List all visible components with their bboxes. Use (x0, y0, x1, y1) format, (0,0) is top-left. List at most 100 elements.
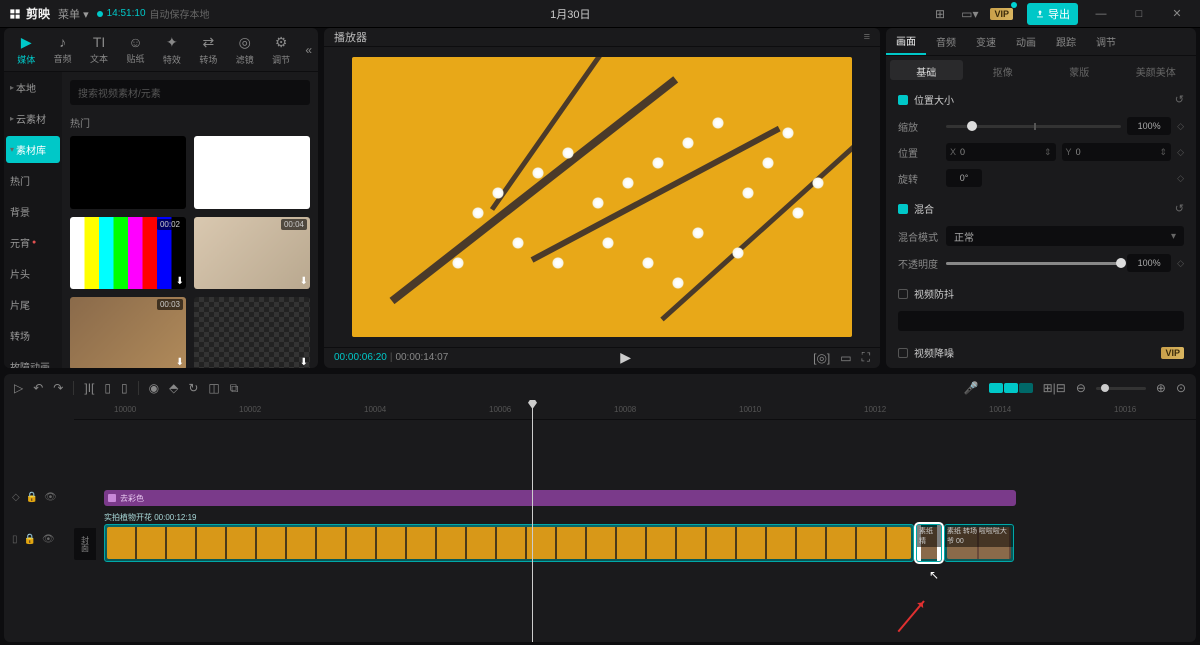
zoom-fit-icon[interactable]: ⊙ (1176, 381, 1186, 395)
cover-label[interactable]: 封面 (74, 528, 96, 560)
adjust-icon: ⚙ (275, 34, 288, 51)
preview-viewport[interactable] (324, 47, 880, 347)
keyframe-icon[interactable]: ◇ (1177, 147, 1184, 158)
subtab-mask[interactable]: 蒙版 (1043, 60, 1116, 80)
sidebar-item-library[interactable]: ▾素材库 (6, 136, 60, 163)
delete-right-icon[interactable]: ▯ (121, 381, 128, 395)
thumb-item[interactable]: ⬇ (194, 297, 310, 368)
tab-sticker[interactable]: ☺贴纸 (119, 32, 151, 67)
tab-adjust[interactable]: ⚙调节 (265, 32, 297, 68)
props-tab-adjust[interactable]: 调节 (1086, 28, 1126, 55)
track-controls-adj[interactable]: ◇🔒👁 (12, 492, 57, 503)
pos-y-input[interactable]: Y0⇕ (1062, 143, 1172, 161)
timeline-ruler[interactable]: 10000 10002 10004 10006 10008 10010 1001… (74, 402, 1196, 420)
video-clip-1[interactable] (104, 524, 914, 562)
vip-badge[interactable]: VIP (990, 8, 1013, 20)
zoom-in-icon[interactable]: ⊕ (1156, 381, 1166, 395)
blend-dropdown[interactable]: 正常▾ (946, 226, 1184, 246)
props-tab-video[interactable]: 画面 (886, 28, 926, 55)
thumb-item[interactable]: 00:04⬇ (194, 217, 310, 290)
export-button[interactable]: 导出 (1027, 3, 1078, 25)
adjustment-clip[interactable]: 去彩色 (104, 490, 1016, 506)
sidebar-item-trans[interactable]: 转场 (4, 320, 62, 351)
delete-left-icon[interactable]: ▯ (104, 381, 111, 395)
transition-icon: ⇄ (202, 34, 214, 51)
ratio-icon[interactable]: ▭ (840, 351, 851, 365)
freeze-icon[interactable]: ⬘ (169, 381, 178, 395)
tab-filter[interactable]: ◎滤镜 (229, 32, 261, 68)
shortcut-icon[interactable]: ⊞ (931, 5, 949, 23)
video-clip-2-selected[interactable]: 素纸 精 (916, 524, 942, 562)
keyframe-icon[interactable]: ◇ (1177, 121, 1184, 132)
sidebar-item-cloud[interactable]: ▸云素材 (4, 103, 62, 134)
tracks-area[interactable]: ◇🔒👁 ▯🔒👁 封面 去彩色 实拍植物开花 00:00:12:19 素纸 精 素… (4, 420, 1196, 642)
sidebar-item-festival[interactable]: 元宵● (4, 227, 62, 258)
close-button[interactable]: ✕ (1162, 7, 1192, 20)
tab-text[interactable]: TI文本 (83, 32, 115, 67)
scale-slider[interactable] (946, 125, 1121, 128)
tab-media[interactable]: ▶媒体 (10, 32, 42, 68)
tab-audio[interactable]: ♪音频 (46, 32, 78, 67)
snap-toggle[interactable] (989, 383, 1033, 393)
keyframe-icon[interactable]: ◇ (1177, 258, 1184, 269)
scale-value[interactable]: 100% (1127, 117, 1171, 135)
props-tab-audio[interactable]: 音频 (926, 28, 966, 55)
crop-icon[interactable]: ◫ (208, 381, 219, 395)
minimize-button[interactable]: — (1086, 8, 1116, 20)
playhead[interactable] (532, 402, 533, 642)
checkbox-stabilize[interactable] (898, 289, 908, 299)
track-controls-video[interactable]: ▯🔒👁 (12, 534, 55, 545)
preview-mode-icon[interactable]: ⊞|⊟ (1043, 381, 1066, 395)
fullscreen-icon[interactable]: ⛶ (862, 350, 870, 365)
opacity-value[interactable]: 100% (1127, 254, 1171, 272)
maximize-button[interactable]: □ (1124, 8, 1154, 20)
reset-icon[interactable]: ↺ (1175, 93, 1184, 106)
mirror-icon[interactable]: ⧉ (230, 381, 239, 396)
thumb-item[interactable] (194, 136, 310, 209)
redo-icon[interactable]: ↷ (53, 381, 63, 395)
thumb-item[interactable]: 00:03⬇ (70, 297, 186, 368)
sidebar-item-glitch[interactable]: 故障动画 (4, 351, 62, 368)
tab-effects[interactable]: ✦特效 (156, 32, 188, 68)
checkbox-denoise[interactable] (898, 348, 908, 358)
collapse-icon[interactable]: « (305, 43, 312, 57)
select-icon[interactable]: ▷ (14, 381, 23, 395)
sidebar-item-hot[interactable]: 热门 (4, 165, 62, 196)
play-button[interactable]: ▶ (620, 349, 631, 366)
zoom-out-icon[interactable]: ⊖ (1076, 381, 1086, 395)
opacity-slider[interactable] (946, 262, 1121, 265)
search-input[interactable]: 搜索视频素材/元素 (70, 80, 310, 105)
mic-icon[interactable]: 🎤 (964, 381, 979, 395)
menu-dropdown[interactable]: 菜单 ▾ (58, 6, 89, 22)
rotate-value[interactable]: 0° (946, 169, 982, 187)
thumb-item[interactable]: 00:02⬇ (70, 217, 186, 290)
props-tab-speed[interactable]: 变速 (966, 28, 1006, 55)
stabilize-field[interactable] (898, 311, 1184, 331)
sidebar-item-local[interactable]: ▸本地 (4, 72, 62, 103)
sidebar-item-intro[interactable]: 片头 (4, 258, 62, 289)
sidebar-item-outro[interactable]: 片尾 (4, 289, 62, 320)
subtab-basic[interactable]: 基础 (890, 60, 963, 80)
undo-icon[interactable]: ↶ (33, 381, 43, 395)
scale-icon[interactable]: [◎] (813, 351, 830, 365)
zoom-slider[interactable] (1096, 387, 1146, 390)
preview-controls: 00:00:06:20 | 00:00:14:07 ▶ [◎] ▭ ⛶ (324, 347, 880, 368)
thumb-item[interactable] (70, 136, 186, 209)
keyframe-icon[interactable]: ◇ (1177, 173, 1184, 184)
pos-x-input[interactable]: X0⇕ (946, 143, 1056, 161)
tab-transition[interactable]: ⇄转场 (192, 32, 224, 68)
split-icon[interactable]: ]I[ (84, 381, 94, 395)
layout-icon[interactable]: ▭▾ (957, 5, 982, 23)
preview-menu-icon[interactable]: ≡ (864, 31, 870, 43)
subtab-beauty[interactable]: 美颜美体 (1120, 60, 1193, 80)
props-tab-anim[interactable]: 动画 (1006, 28, 1046, 55)
props-tab-track[interactable]: 跟踪 (1046, 28, 1086, 55)
subtab-cutout[interactable]: 抠像 (967, 60, 1040, 80)
record-icon[interactable]: ◉ (149, 381, 159, 395)
sidebar-item-bg[interactable]: 背景 (4, 196, 62, 227)
reverse-icon[interactable]: ↻ (188, 381, 198, 395)
video-clip-3[interactable]: 素纸 转场 啦啦啦大爷 00 (944, 524, 1014, 562)
checkbox-blend[interactable] (898, 204, 908, 214)
checkbox-position[interactable] (898, 95, 908, 105)
reset-icon[interactable]: ↺ (1175, 202, 1184, 215)
